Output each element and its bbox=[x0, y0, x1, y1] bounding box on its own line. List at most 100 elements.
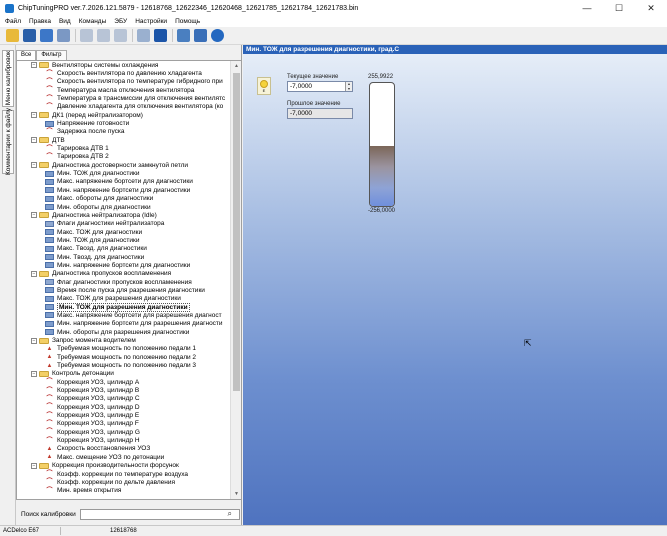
tree-scrollbar[interactable]: ▲ ▼ bbox=[230, 61, 241, 499]
print-icon[interactable] bbox=[57, 29, 70, 42]
tree-folder[interactable]: − Диагностика нейтрализатора (Idle) bbox=[17, 211, 231, 219]
tree-item[interactable]: ▲ Скорость восстановления УОЗ bbox=[17, 445, 231, 453]
tree-item[interactable]: Время после пуска для разрешения диагнос… bbox=[17, 286, 231, 294]
tree-item[interactable]: Мин. напряжение бортсети для разрешения … bbox=[17, 320, 231, 328]
tree-item[interactable]: ⌒ Мин. время открытия bbox=[17, 487, 231, 495]
side-tab-comments[interactable]: Комментарии к файлу bbox=[2, 108, 14, 176]
tree-item[interactable]: ⌒ Скорость вентилятора по давлению хладаг… bbox=[17, 69, 231, 77]
tree-item[interactable]: ⌒ Тарировка ДТВ 1 bbox=[17, 144, 231, 152]
tree-item[interactable]: ⌒ Коэфф. коррекции по дельте давления bbox=[17, 478, 231, 486]
help-icon[interactable] bbox=[211, 29, 224, 42]
tree-item[interactable]: ⌒ Коррекция УОЗ, цилиндр C bbox=[17, 395, 231, 403]
collapse-icon[interactable]: − bbox=[31, 270, 37, 277]
folder-icon bbox=[39, 212, 49, 219]
tree-item[interactable]: ⌒ Коррекция УОЗ, цилиндр F bbox=[17, 420, 231, 428]
tree-item[interactable]: Мин. обороты для разрешения диагностики bbox=[17, 328, 231, 336]
tab-filter[interactable]: Фильтр bbox=[36, 50, 67, 60]
tree-item[interactable]: Мин. ТОЖ для диагностики bbox=[17, 236, 231, 244]
tree-item[interactable]: ▲ Требуемая мощность по положению педали … bbox=[17, 361, 231, 369]
tree-item[interactable]: Макс. обороты для диагностики bbox=[17, 195, 231, 203]
collapse-icon[interactable]: − bbox=[31, 112, 37, 119]
undo-icon[interactable] bbox=[114, 29, 127, 42]
tab-all[interactable]: Все bbox=[16, 50, 37, 60]
tree-item[interactable]: ⌒ Коррекция УОЗ, цилиндр D bbox=[17, 403, 231, 411]
copy-icon[interactable] bbox=[80, 29, 93, 42]
menu-view[interactable]: Вид bbox=[59, 18, 71, 25]
tree-item[interactable]: Макс. напряжение бортсети для диагностик… bbox=[17, 178, 231, 186]
tree-item[interactable]: ⌒ Коррекция УОЗ, цилиндр E bbox=[17, 411, 231, 419]
collapse-icon[interactable]: − bbox=[31, 337, 37, 344]
tree-item[interactable]: ⌒ Давление хладагента для отключения вент… bbox=[17, 103, 231, 111]
tree-folder[interactable]: − Запрос момента водителем bbox=[17, 336, 231, 344]
tree-item[interactable]: Макс. Tвозд. для диагностики bbox=[17, 245, 231, 253]
tree-folder[interactable]: − ДК1 (перед нейтрализатором) bbox=[17, 111, 231, 119]
scalar-icon bbox=[45, 195, 54, 202]
tree-item[interactable]: ⌒ Задержка после пуска bbox=[17, 128, 231, 136]
save-as-icon[interactable] bbox=[40, 29, 53, 42]
tree-item[interactable]: Мин. напряжение бортсети для диагностики bbox=[17, 186, 231, 194]
tree-folder[interactable]: − ДТВ bbox=[17, 136, 231, 144]
maximize-button[interactable]: ☐ bbox=[603, 0, 635, 16]
tree-folder[interactable]: − Коррекция производительности форсунок bbox=[17, 462, 231, 470]
tree-item[interactable]: Мин. Tвозд. для диагностики bbox=[17, 253, 231, 261]
scroll-thumb[interactable] bbox=[233, 73, 240, 391]
tree-item[interactable]: Мин. ТОЖ для разрешения диагностики bbox=[17, 302, 231, 312]
tree-folder[interactable]: − Диагностика достоверности замкнутой пет… bbox=[17, 161, 231, 169]
save-icon[interactable] bbox=[23, 29, 36, 42]
tree-item[interactable]: Мин. ТОЖ для диагностики bbox=[17, 169, 231, 177]
tree-item[interactable]: ⌒ Температура масла отключения вентилятор… bbox=[17, 86, 231, 94]
collapse-icon[interactable]: − bbox=[31, 162, 37, 169]
open-folder-icon[interactable] bbox=[6, 29, 19, 42]
menu-commands[interactable]: Команды bbox=[79, 18, 107, 25]
tree-item[interactable]: ▲ Требуемая мощность по положению педали … bbox=[17, 353, 231, 361]
tree-item[interactable]: Флаг диагностики пропусков воспламенения bbox=[17, 278, 231, 286]
close-button[interactable]: ✕ bbox=[635, 0, 667, 16]
collapse-icon[interactable]: − bbox=[31, 462, 37, 469]
collapse-icon[interactable]: − bbox=[31, 212, 37, 219]
current-value-input[interactable]: -7,0000 ▲ ▼ bbox=[287, 81, 353, 92]
tree-folder[interactable]: − Вентиляторы системы охлаждения bbox=[17, 61, 231, 69]
tree-item[interactable]: Напряжение готовности bbox=[17, 119, 231, 127]
tree-item[interactable]: Мин. обороты для диагностики bbox=[17, 203, 231, 211]
tree-item[interactable]: ⌒ Тарировка ДТВ 2 bbox=[17, 153, 231, 161]
tree-item[interactable]: ⌒ Коррекция УОЗ, цилиндр B bbox=[17, 386, 231, 394]
tree-item[interactable]: Мин. напряжение бортсети для диагностики bbox=[17, 261, 231, 269]
tree-item[interactable]: Флаги диагностики нейтрализатора bbox=[17, 220, 231, 228]
minimize-button[interactable]: — bbox=[571, 0, 603, 16]
tree-item[interactable]: ⌒ Коэфф. коррекции по температуре воздуха bbox=[17, 470, 231, 478]
tree-item[interactable]: ⌒ Коррекция УОЗ, цилиндр H bbox=[17, 436, 231, 444]
tree-folder[interactable]: − Диагностика пропусков воспламенения bbox=[17, 270, 231, 278]
toolbar-separator bbox=[132, 29, 133, 42]
scroll-up-icon[interactable]: ▲ bbox=[231, 61, 241, 71]
diamond-icon[interactable] bbox=[154, 29, 167, 42]
menu-edit[interactable]: Правка bbox=[29, 18, 51, 25]
collapse-icon[interactable]: − bbox=[31, 137, 37, 144]
tree-item[interactable]: ⌒ Коррекция УОЗ, цилиндр G bbox=[17, 428, 231, 436]
search-input[interactable] bbox=[79, 508, 240, 520]
tree-item[interactable]: ⌒ Температура в трансмиссии для отключени… bbox=[17, 94, 231, 102]
menu-ecu[interactable]: ЭБУ bbox=[114, 18, 127, 25]
menu-settings[interactable]: Настройки bbox=[135, 18, 167, 25]
tree-item[interactable]: Макс. ТОЖ для диагностики bbox=[17, 228, 231, 236]
collapse-icon[interactable]: − bbox=[31, 370, 37, 377]
search-icon[interactable]: ⌕ bbox=[228, 509, 232, 519]
menu-help[interactable]: Помощь bbox=[175, 18, 200, 25]
paste-icon[interactable] bbox=[97, 29, 110, 42]
spinner-icon[interactable]: ▲ ▼ bbox=[345, 82, 352, 91]
tree-item[interactable]: ▲ Макс. смещение УОЗ по детонации bbox=[17, 453, 231, 461]
tree-item[interactable]: ▲ Требуемая мощность по положению педали … bbox=[17, 345, 231, 353]
collapse-icon[interactable]: − bbox=[31, 62, 37, 69]
scroll-down-icon[interactable]: ▼ bbox=[231, 489, 241, 499]
tree-item[interactable]: Макс. напряжение бортсети для разрешения… bbox=[17, 311, 231, 319]
menu-file[interactable]: Файл bbox=[5, 18, 21, 25]
search-icon[interactable] bbox=[177, 29, 190, 42]
curve-icon: ⌒ bbox=[46, 395, 53, 402]
refresh-icon[interactable] bbox=[194, 29, 207, 42]
lightbulb-icon[interactable]: E bbox=[257, 77, 271, 95]
tree-item-label: Флаги диагностики нейтрализатора bbox=[57, 220, 165, 228]
tree-folder[interactable]: − Контроль детонации bbox=[17, 370, 231, 378]
tree-item[interactable]: ⌒ Скорость вентилятора по температуре гиб… bbox=[17, 78, 231, 86]
tools-icon[interactable] bbox=[137, 29, 150, 42]
tree-item[interactable]: ⌒ Коррекция УОЗ, цилиндр A bbox=[17, 378, 231, 386]
side-tab-maps[interactable]: Меню калибровок bbox=[2, 50, 14, 107]
